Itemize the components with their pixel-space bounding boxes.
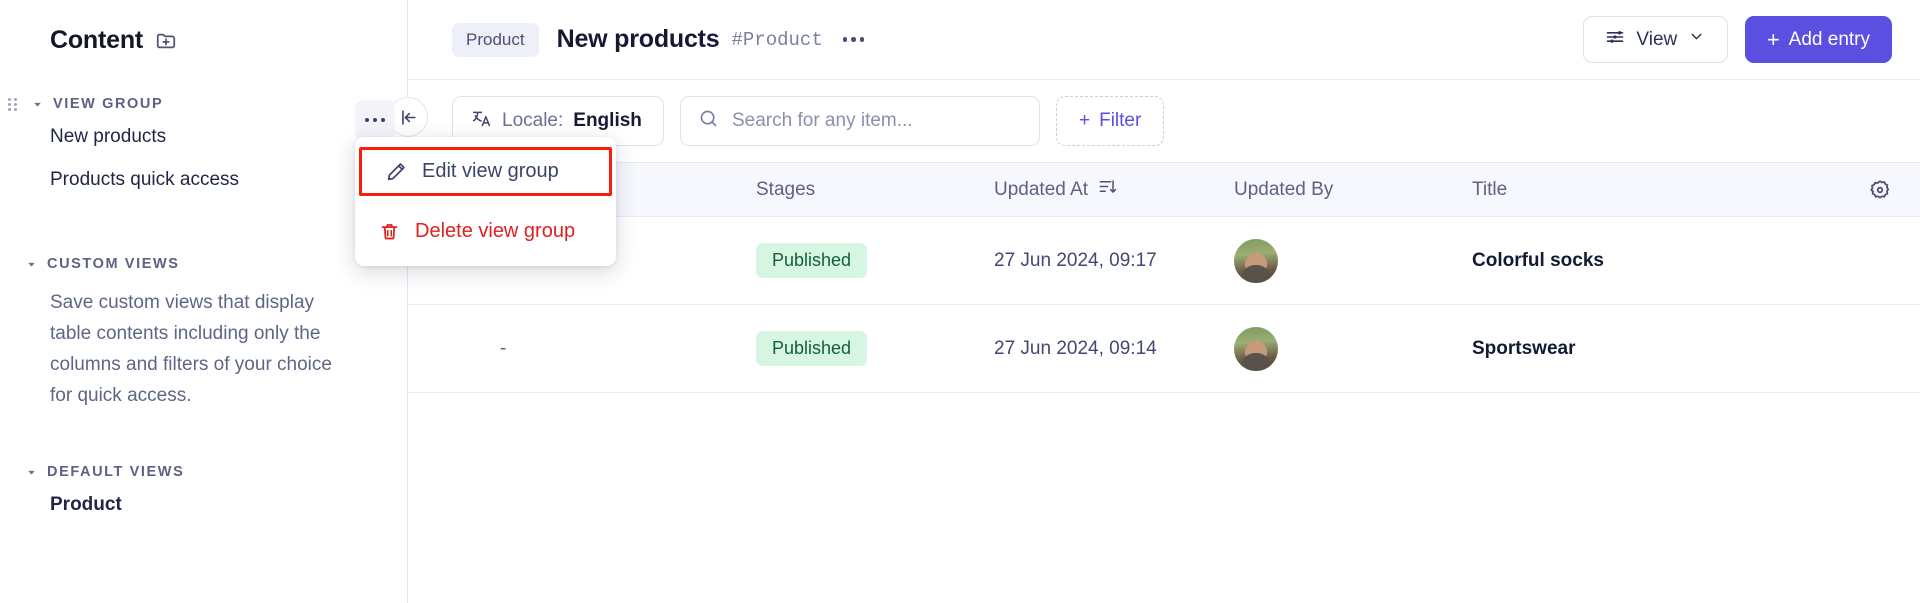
- page-tag: #Product: [731, 28, 823, 51]
- column-header-stages[interactable]: Stages: [756, 179, 994, 201]
- chevron-down-icon[interactable]: [25, 258, 38, 271]
- row-updated-at-cell: 27 Jun 2024, 09:17: [994, 249, 1157, 271]
- section-label: DEFAULT VIEWS: [47, 464, 185, 480]
- status-badge: Published: [756, 331, 868, 366]
- gear-icon[interactable]: [1868, 178, 1892, 202]
- locale-label: Locale:: [502, 110, 564, 131]
- sidebar-header: Content: [0, 0, 407, 55]
- menu-item-label: Edit view group: [422, 160, 559, 182]
- sort-descending-icon[interactable]: [1098, 177, 1117, 202]
- main-content: Product New products #Product View + Add…: [388, 0, 1920, 603]
- avatar: [1234, 326, 1278, 371]
- add-entry-label: Add entry: [1788, 28, 1870, 50]
- page-title-more-icon[interactable]: [839, 31, 869, 48]
- table-header-row: Stages Updated At Updated By Title: [408, 162, 1920, 217]
- plus-icon: +: [1766, 26, 1780, 52]
- pencil-icon: [385, 161, 407, 183]
- sidebar-item-label: Product: [50, 493, 122, 515]
- chevron-down-icon[interactable]: [31, 98, 44, 111]
- column-header-updated-by[interactable]: Updated By: [1234, 179, 1472, 201]
- status-badge: Published: [756, 243, 868, 278]
- row-updated-by-cell: [1234, 326, 1472, 371]
- chevron-down-icon: [1688, 28, 1705, 51]
- content-toolbar: Locale: English + Filter: [388, 80, 1920, 162]
- sidebar-section-custom-views[interactable]: CUSTOM VIEWS: [0, 253, 407, 275]
- row-stage-cell: Published: [756, 331, 994, 366]
- avatar: [1234, 238, 1278, 283]
- section-label: CUSTOM VIEWS: [47, 256, 180, 272]
- search-icon: [698, 108, 719, 134]
- search-input[interactable]: [732, 110, 1022, 132]
- menu-item-delete-view-group[interactable]: Delete view group: [355, 208, 616, 254]
- app-root: Content VIEW GROUP New products Products…: [0, 0, 1920, 603]
- plus-icon: +: [1079, 110, 1091, 131]
- sidebar-item-new-products[interactable]: New products: [0, 115, 407, 158]
- table-row[interactable]: - Published 27 Jun 2024, 09:17 Colorful …: [408, 217, 1920, 305]
- section-label: VIEW GROUP: [53, 96, 164, 112]
- row-updated-by-cell: [1234, 238, 1472, 283]
- search-box[interactable]: [680, 96, 1040, 146]
- translate-icon: [471, 108, 492, 134]
- row-title-cell[interactable]: Colorful socks: [1472, 250, 1840, 272]
- custom-views-description: Save custom views that display table con…: [50, 292, 332, 406]
- row-dash-cell: -: [500, 337, 507, 359]
- add-filter-button[interactable]: + Filter: [1056, 96, 1165, 146]
- sidebar-item-products-quick-access[interactable]: Products quick access: [0, 158, 407, 201]
- column-header-updated-at[interactable]: Updated At: [994, 177, 1234, 202]
- filter-label: Filter: [1099, 110, 1142, 131]
- table-row[interactable]: - Published 27 Jun 2024, 09:14 Sportswea…: [408, 305, 1920, 393]
- row-updated-at-cell: 27 Jun 2024, 09:14: [994, 337, 1157, 359]
- sidebar-item-product[interactable]: Product: [0, 483, 407, 526]
- locale-value: English: [573, 110, 642, 131]
- breadcrumb-chip-product[interactable]: Product: [452, 22, 539, 57]
- view-group-more-button[interactable]: [355, 100, 395, 140]
- sidebar-section-default-views[interactable]: DEFAULT VIEWS: [0, 461, 407, 483]
- page-title: New products: [556, 25, 720, 53]
- view-button[interactable]: View: [1582, 16, 1728, 63]
- row-stage-cell: Published: [756, 243, 994, 278]
- chevron-down-icon[interactable]: [25, 466, 38, 479]
- column-header-title[interactable]: Title: [1472, 179, 1840, 201]
- view-button-label: View: [1636, 28, 1678, 50]
- column-header-updated-at-label: Updated At: [994, 178, 1089, 200]
- view-group-context-menu: Edit view group Delete view group: [355, 137, 616, 266]
- sliders-icon: [1605, 27, 1625, 53]
- table-settings-cell[interactable]: [1840, 178, 1920, 202]
- row-title-cell[interactable]: Sportswear: [1472, 338, 1840, 360]
- sidebar-item-label: Products quick access: [50, 168, 240, 190]
- add-folder-icon[interactable]: [155, 30, 177, 52]
- menu-item-label: Delete view group: [415, 219, 576, 242]
- sidebar: Content VIEW GROUP New products Products…: [0, 0, 408, 603]
- add-entry-button[interactable]: + Add entry: [1744, 16, 1892, 63]
- sidebar-item-label: New products: [50, 125, 167, 147]
- sidebar-title: Content: [50, 26, 144, 54]
- trash-icon: [378, 220, 400, 242]
- page-header: Product New products #Product View + Add…: [408, 0, 1920, 80]
- menu-item-edit-view-group[interactable]: Edit view group: [359, 147, 612, 196]
- sidebar-section-view-group[interactable]: VIEW GROUP: [0, 93, 407, 115]
- entries-table: Stages Updated At Updated By Title Publi…: [408, 162, 1920, 393]
- drag-handle-icon[interactable]: [8, 96, 22, 112]
